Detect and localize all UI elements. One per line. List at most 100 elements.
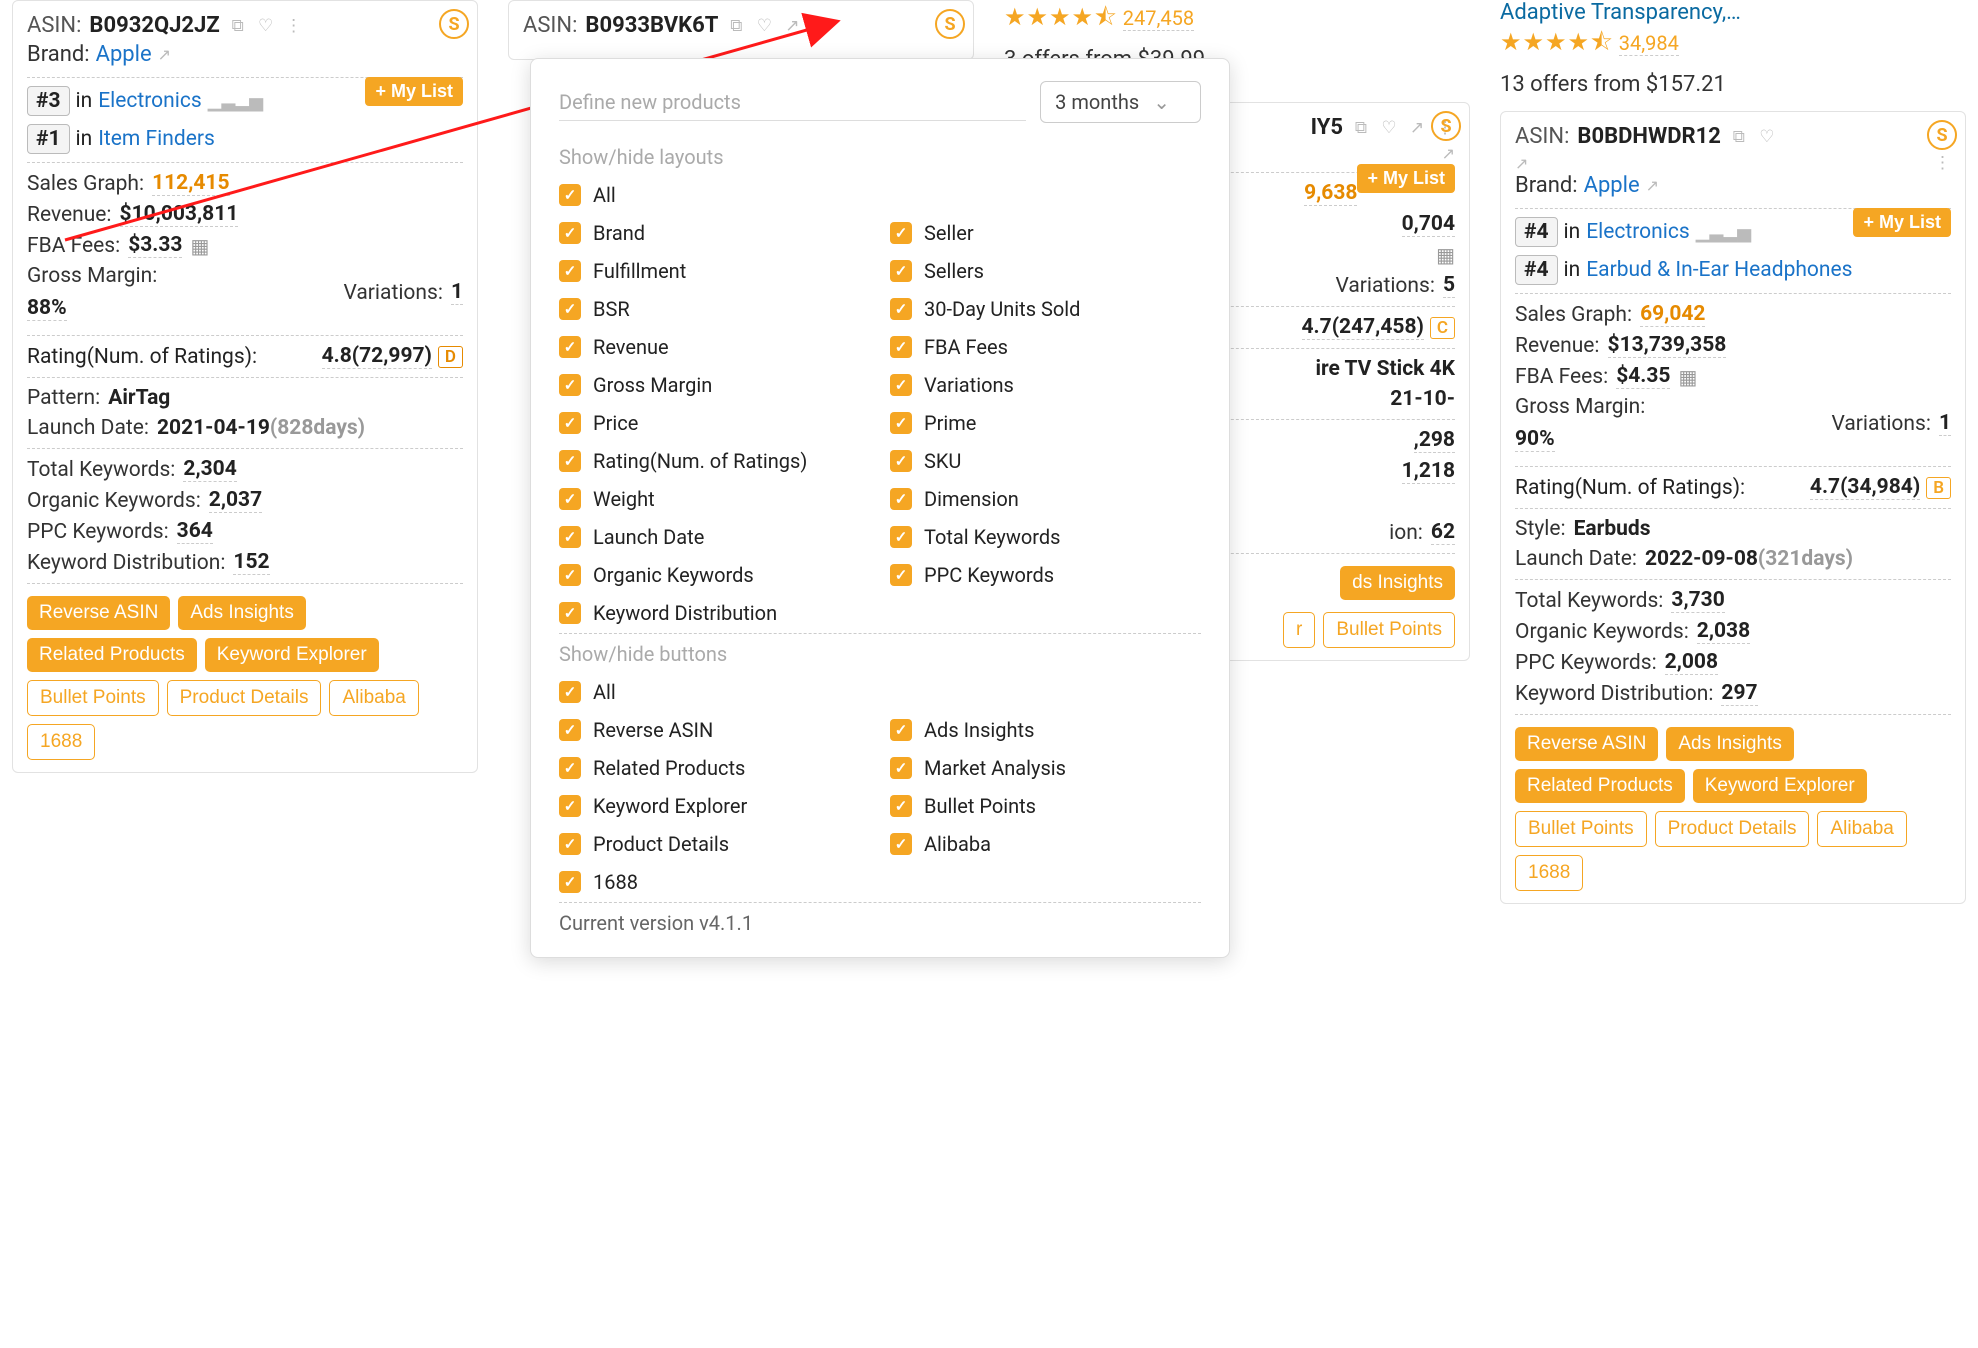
checkbox-weight[interactable]: ✓Weight [559, 487, 870, 511]
my-list-button[interactable]: + My List [1357, 164, 1455, 193]
category-link[interactable]: Earbud & In-Ear Headphones [1586, 258, 1852, 282]
period-select[interactable]: 3 months⌄ [1040, 81, 1201, 123]
checkbox-seller[interactable]: ✓Seller [890, 221, 1201, 245]
heart-icon[interactable]: ♡ [754, 16, 774, 36]
keyword-explorer-button[interactable]: Keyword Explorer [1693, 769, 1867, 803]
my-list-button[interactable]: + My List [1853, 208, 1951, 237]
more-icon[interactable]: ⋮ [810, 16, 830, 36]
bullet-points-button[interactable]: Bullet Points [27, 680, 159, 716]
sales-graph-value[interactable]: 69,042 [1640, 302, 1705, 327]
checkbox-reverse-asin[interactable]: ✓Reverse ASIN [559, 718, 870, 742]
heart-icon[interactable]: ♡ [256, 16, 276, 36]
checkbox-sku[interactable]: ✓SKU [890, 449, 1201, 473]
heart-icon[interactable]: ♡ [1379, 118, 1399, 138]
brand-link[interactable]: Apple [1584, 173, 1640, 198]
buttons-section-label: Show/hide buttons [559, 642, 1201, 666]
category-link[interactable]: Electronics [98, 89, 201, 113]
calculator-icon[interactable]: ▦ [1678, 365, 1697, 389]
external-link-icon[interactable]: ↗ [1515, 154, 1528, 173]
alibaba-button[interactable]: Alibaba [1817, 811, 1906, 847]
product-title-link[interactable]: Adaptive Transparency,… [1500, 0, 1966, 25]
rating-value: 4.7(34,984) [1810, 475, 1920, 500]
related-products-button[interactable]: Related Products [27, 638, 197, 672]
checkbox-ads-insights[interactable]: ✓Ads Insights [890, 718, 1201, 742]
external-link-icon[interactable]: ↗ [1646, 176, 1659, 195]
related-products-button[interactable]: Related Products [1515, 769, 1685, 803]
checkbox-fulfillment[interactable]: ✓Fulfillment [559, 259, 870, 283]
checkbox-1688[interactable]: ✓1688 [559, 870, 1201, 894]
copy-icon[interactable]: ⧉ [726, 16, 746, 36]
checkbox-brand[interactable]: ✓Brand [559, 221, 870, 245]
product-details-button[interactable]: Product Details [1655, 811, 1810, 847]
checkbox-total-keywords[interactable]: ✓Total Keywords [890, 525, 1201, 549]
copy-icon[interactable]: ⧉ [1729, 127, 1749, 147]
define-products-input[interactable]: Define new products [559, 84, 1026, 121]
checkbox-icon: ✓ [559, 450, 581, 472]
1688-button[interactable]: 1688 [27, 724, 95, 760]
ads-insights-button[interactable]: Ads Insights [178, 596, 306, 630]
checkbox-prime[interactable]: ✓Prime [890, 411, 1201, 435]
checkbox-keyword-explorer[interactable]: ✓Keyword Explorer [559, 794, 870, 818]
chart-icon[interactable]: ▁▃▂▅ [1696, 222, 1751, 243]
ads-insights-button[interactable]: Ads Insights [1666, 727, 1794, 761]
checkbox-icon: ✓ [890, 526, 912, 548]
checkbox-price[interactable]: ✓Price [559, 411, 870, 435]
reverse-asin-button[interactable]: Reverse ASIN [27, 596, 170, 630]
brand-label: Brand: [27, 42, 90, 67]
review-count[interactable]: 247,458 [1123, 6, 1194, 31]
share-icon[interactable]: ↗ [1407, 118, 1427, 138]
checkbox-30-day-units-sold[interactable]: ✓30-Day Units Sold [890, 297, 1201, 321]
seller-sprite-icon[interactable]: S [935, 9, 965, 39]
checkbox-organic-keywords[interactable]: ✓Organic Keywords [559, 563, 870, 587]
review-count[interactable]: 34,984 [1619, 31, 1679, 56]
category-link[interactable]: Electronics [1586, 220, 1689, 244]
copy-icon[interactable]: ⧉ [1351, 118, 1371, 138]
bullet-points-button[interactable]: Bullet Points [1515, 811, 1647, 847]
external-link-icon[interactable]: ↗ [1442, 144, 1455, 163]
checkbox-bsr[interactable]: ✓BSR [559, 297, 870, 321]
heart-icon[interactable]: ♡ [1757, 127, 1777, 147]
more-icon[interactable]: ⋮ [1934, 153, 1951, 173]
checkbox-dimension[interactable]: ✓Dimension [890, 487, 1201, 511]
sales-graph-value[interactable]: 112,415 [152, 171, 229, 196]
checkbox-all[interactable]: ✓All [559, 183, 1201, 207]
checkbox-ppc-keywords[interactable]: ✓PPC Keywords [890, 563, 1201, 587]
checkbox-revenue[interactable]: ✓Revenue [559, 335, 870, 359]
external-link-icon[interactable]: ↗ [158, 45, 171, 64]
checkbox-icon: ✓ [890, 222, 912, 244]
button-checkboxes: ✓All ✓Reverse ASIN ✓Ads Insights ✓Related P… [559, 680, 1201, 894]
checkbox-product-details[interactable]: ✓Product Details [559, 832, 870, 856]
checkbox-bullet-points[interactable]: ✓Bullet Points [890, 794, 1201, 818]
my-list-button[interactable]: + My List [365, 77, 463, 106]
checkbox-variations[interactable]: ✓Variations [890, 373, 1201, 397]
bullet-points-button[interactable]: Bullet Points [1323, 612, 1455, 648]
seller-sprite-icon[interactable]: S [439, 9, 469, 39]
share-icon[interactable]: ↗ [782, 16, 802, 36]
checkbox-related-products[interactable]: ✓Related Products [559, 756, 870, 780]
alibaba-button[interactable]: Alibaba [329, 680, 418, 716]
seller-sprite-icon[interactable]: S [1431, 111, 1461, 141]
copy-icon[interactable]: ⧉ [228, 16, 248, 36]
checkbox-alibaba[interactable]: ✓Alibaba [890, 832, 1201, 856]
checkbox-rating-num-of-ratings-[interactable]: ✓Rating(Num. of Ratings) [559, 449, 870, 473]
checkbox-market-analysis[interactable]: ✓Market Analysis [890, 756, 1201, 780]
ads-insights-button[interactable]: ds Insights [1340, 566, 1455, 600]
chart-icon[interactable]: ▁▃▂▅ [208, 91, 263, 112]
seller-sprite-icon[interactable]: S [1927, 120, 1957, 150]
product-details-button[interactable]: Product Details [167, 680, 322, 716]
more-icon[interactable]: ⋮ [284, 16, 304, 36]
rating-value: 4.7(247,458) [1302, 315, 1424, 340]
category-link[interactable]: Item Finders [98, 127, 215, 151]
checkbox-gross-margin[interactable]: ✓Gross Margin [559, 373, 870, 397]
checkbox-all[interactable]: ✓All [559, 680, 1201, 704]
calculator-icon[interactable]: ▦ [1436, 243, 1455, 267]
brand-link[interactable]: Apple [96, 42, 152, 67]
1688-button[interactable]: 1688 [1515, 855, 1583, 891]
checkbox-launch-date[interactable]: ✓Launch Date [559, 525, 870, 549]
checkbox-fba-fees[interactable]: ✓FBA Fees [890, 335, 1201, 359]
checkbox-sellers[interactable]: ✓Sellers [890, 259, 1201, 283]
calculator-icon[interactable]: ▦ [190, 234, 209, 258]
checkbox-keyword-distribution[interactable]: ✓Keyword Distribution [559, 601, 1201, 625]
keyword-explorer-button[interactable]: Keyword Explorer [205, 638, 379, 672]
reverse-asin-button[interactable]: Reverse ASIN [1515, 727, 1658, 761]
